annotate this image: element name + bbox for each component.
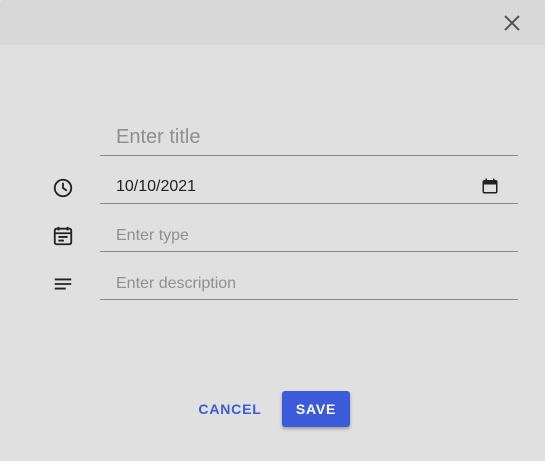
save-button[interactable]: SAVE — [282, 391, 350, 427]
close-icon[interactable] — [497, 8, 527, 38]
date-field[interactable]: 10/10/2021 — [100, 170, 518, 204]
notes-icon — [51, 272, 75, 296]
dialog-header — [0, 0, 545, 45]
title-field[interactable] — [100, 120, 518, 156]
calendar-icon[interactable] — [480, 176, 500, 196]
event-dialog: 10/10/2021 CANCEL SAVE — [0, 0, 545, 461]
description-input[interactable] — [100, 268, 518, 299]
cancel-button[interactable]: CANCEL — [194, 391, 266, 427]
clock-icon — [51, 176, 75, 200]
type-field[interactable] — [100, 220, 518, 252]
type-input[interactable] — [100, 220, 518, 251]
event-note-icon — [51, 224, 75, 248]
title-input[interactable] — [100, 120, 518, 155]
description-field[interactable] — [100, 268, 518, 300]
date-value[interactable]: 10/10/2021 — [116, 178, 196, 196]
